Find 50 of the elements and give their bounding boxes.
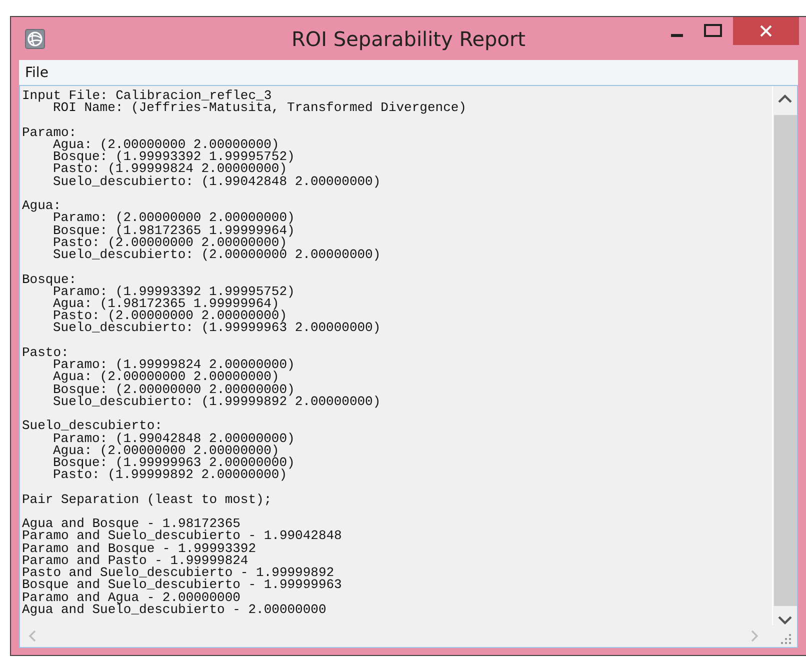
resize-grip-icon[interactable]	[781, 634, 791, 644]
report-line: Pasto: (1.99999824 2.00000000)	[52, 163, 288, 176]
report-line: Paramo and Bosque - 1.99993392	[22, 542, 258, 555]
section-heading: Bosque:	[22, 274, 77, 286]
section-heading: Agua:	[22, 200, 62, 212]
report-line: Suelo_descubierto: (2.00000000 2.00000000)	[52, 249, 382, 262]
report-line: Agua and Suelo_descubierto - 2.00000000	[22, 604, 328, 616]
report-line: Agua and Bosque - 1.98172365	[22, 518, 242, 530]
report-line: Agua: (1.98172365 1.99999964)	[52, 298, 280, 310]
report-line: Input File: Calibracion_reflec_3	[22, 90, 272, 102]
report-line: Pasto: (2.00000000 2.00000000)	[52, 236, 288, 250]
vertical-scrollbar[interactable]	[772, 86, 797, 625]
minimize-icon	[671, 34, 683, 37]
scroll-right-icon[interactable]	[751, 630, 759, 642]
close-button[interactable]	[733, 17, 799, 45]
report-line: Pasto: (2.00000000 2.00000000)	[52, 310, 288, 322]
scroll-down-icon[interactable]	[778, 616, 792, 625]
section-heading: Pasto:	[22, 346, 69, 360]
section-heading: Suelo_descubierto:	[22, 420, 162, 433]
report-line: Paramo and Agua - 2.00000000	[22, 592, 242, 604]
report-line: Paramo and Pasto - 1.99999824	[22, 554, 250, 568]
report-line: Bosque: (1.98172365 1.99999964)	[52, 224, 296, 237]
section-heading: Pair Separation (least to most);	[22, 494, 273, 506]
report-line: Agua: (2.00000000 2.00000000)	[52, 444, 280, 458]
report-line: Paramo: (2.00000000 2.00000000)	[53, 212, 296, 225]
report-line: ROI Name: (Jeffries-Matusita, Transformed Divergence)	[53, 102, 468, 114]
window-title: ROI Separability Report	[291, 27, 526, 51]
report-line: Bosque and Suelo_descubierto - 1.99999963	[22, 579, 343, 592]
report-line: Paramo: (1.99999824 2.00000000)	[52, 359, 296, 372]
maximize-icon	[704, 24, 722, 38]
report-line: Suelo_descubierto: (1.99999892 2.00000000)	[52, 396, 382, 408]
report-line: Pasto: (1.99999892 2.00000000)	[52, 469, 288, 482]
globe-icon	[25, 28, 45, 48]
report-line: Pasto and Suelo_descubierto - 1.99999892	[22, 567, 334, 580]
report-line: Bosque: (2.00000000 2.00000000)	[52, 384, 296, 396]
report-line: Agua: (2.00000000 2.00000000)	[52, 371, 280, 384]
close-icon	[759, 24, 773, 38]
scroll-left-icon[interactable]	[28, 630, 36, 642]
report-line: Paramo: (1.99042848 2.00000000)	[52, 432, 296, 445]
report-line: Bosque: (1.99999963 2.00000000)	[52, 457, 296, 470]
section-heading: Paramo:	[22, 126, 77, 139]
report-line: Bosque: (1.99993392 1.99995752)	[52, 151, 296, 164]
report-line: Suelo_descubierto: (1.99042848 2.00000000)	[52, 176, 382, 188]
menu-item[interactable]: File	[25, 64, 48, 80]
report-line: Paramo and Suelo_descubierto - 1.99042848	[22, 530, 343, 543]
report-line: Agua: (2.00000000 2.00000000)	[52, 138, 280, 152]
report-line: Paramo: (1.99993392 1.99995752)	[53, 286, 296, 298]
scrollbar-thumb[interactable]	[774, 115, 796, 606]
report-line: Suelo_descubierto: (1.99999963 2.00000000)	[52, 322, 382, 335]
scroll-up-icon[interactable]	[778, 94, 792, 103]
